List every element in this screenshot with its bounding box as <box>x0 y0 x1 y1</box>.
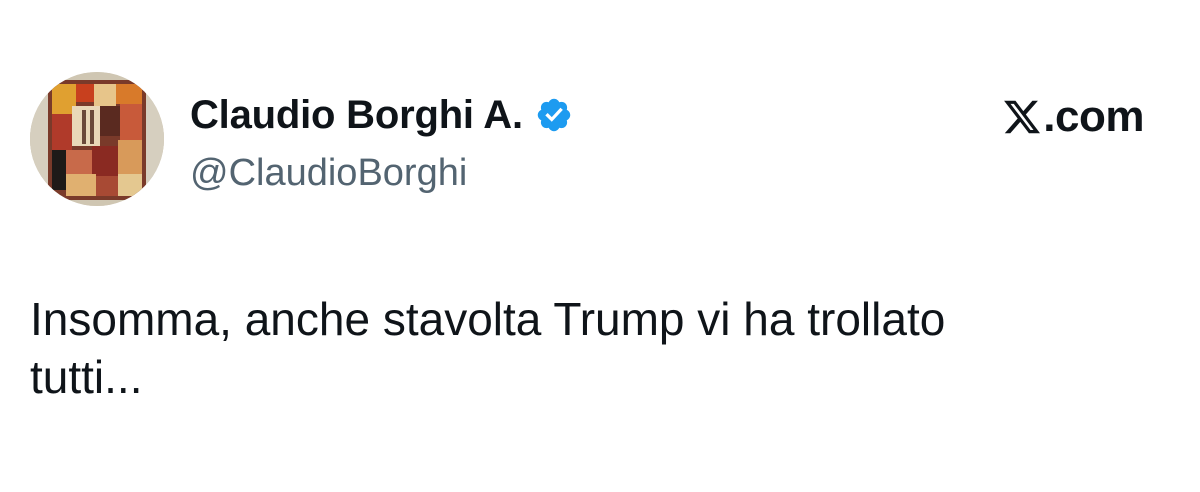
brand-watermark: .com <box>1002 92 1144 142</box>
tweet-card: Claudio Borghi A. @ClaudioBorghi .com In… <box>0 0 1200 492</box>
author-handle[interactable]: @ClaudioBorghi <box>190 150 467 196</box>
tweet-text: Insomma, anche stavolta Trump vi ha trol… <box>30 293 946 403</box>
verified-badge-icon <box>535 96 573 134</box>
brand-domain-text: .com <box>1043 92 1144 141</box>
avatar[interactable] <box>30 72 164 206</box>
x-logo-icon <box>1002 97 1042 137</box>
author-name-row: Claudio Borghi A. <box>190 90 573 140</box>
author-display-name[interactable]: Claudio Borghi A. <box>190 90 523 140</box>
abstract-artwork-avatar <box>30 72 164 206</box>
